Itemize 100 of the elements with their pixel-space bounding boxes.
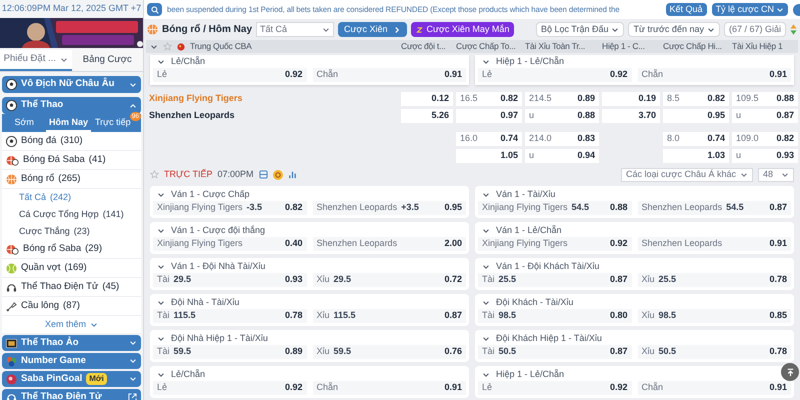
odds-button[interactable]: u 0.88 [525,109,599,123]
odds-button[interactable]: 16.5 0.82 [456,92,522,106]
odds-button[interactable]: 214.5 0.89 [525,92,599,106]
chevron-down-icon [129,375,137,383]
odds-button[interactable]: u 0.93 [732,149,798,163]
headset-icon [6,392,17,400]
odds-button[interactable]: Shenzhen Leopards 54.5 0.87 [638,201,791,215]
period-select[interactable]: Từ trước đến nay [628,22,720,37]
odds-button[interactable]: u 0.87 [732,109,798,123]
odds-button[interactable]: 109.5 0.88 [732,92,798,106]
odds-button[interactable]: 3.70 [602,109,660,123]
sport-select[interactable]: Tất Cả [256,22,334,37]
chevron-down-icon [482,298,490,306]
chevron-down-icon [482,58,490,66]
odds-button[interactable]: Tài 29.5 0.93 [153,273,306,287]
odds-button[interactable]: Xinjiang Flying Tigers 54.5 0.88 [478,201,632,215]
chevron-down-icon [482,226,490,234]
odds-button[interactable]: Lẻ 0.92 [478,381,632,395]
odds-button[interactable]: Tài 25.5 0.87 [478,273,632,287]
group-header[interactable]: Number Game [2,353,141,369]
odds-button[interactable]: Xinjiang Flying Tigers 0.92 [478,237,632,251]
match-time: 07:00PM [218,168,254,181]
sport-item[interactable]: Thể Thao Điện Tử (45) [2,278,141,297]
section-header[interactable]: Vô Địch Nữ Châu Âu [2,76,141,93]
odds-button[interactable]: 0.95 [663,109,729,123]
odds-button[interactable]: 214.0 0.83 [525,132,599,146]
market-filter-select[interactable]: Các loại cược Châu Á khác [621,168,753,182]
sport-tab[interactable]: Sớm [2,115,46,132]
odds-button[interactable]: 0.12 [401,92,453,106]
basketball-icon [147,24,158,35]
star-icon [163,42,172,51]
market-title: Lẻ/Chẵn [171,54,206,68]
chevron-down-icon [157,370,165,378]
odds-button[interactable]: 8.0 0.74 [663,132,729,146]
odds-button[interactable]: Chẵn 0.91 [638,68,791,82]
odds-button[interactable]: Xỉu 98.5 0.85 [638,309,791,323]
clock-text: 12:06:09PM Mar 12, 2025 GMT +7 [0,2,142,16]
sport-item[interactable]: Bóng rổ (265) [2,170,141,189]
group-header[interactable]: Thể Thao Ảo [2,335,141,351]
odds-button[interactable]: Tài 98.5 0.80 [478,309,632,323]
sport-item[interactable]: Bóng rổ Saba (29) [2,240,141,259]
odds-button[interactable]: Chẵn 0.91 [312,381,466,395]
odds-button[interactable]: 0.19 [602,92,660,106]
odds-button[interactable]: Xinjiang Flying Tigers -3.5 0.82 [153,201,306,215]
odds-button[interactable]: Tài 115.5 0.78 [153,309,306,323]
league-count-button[interactable]: (67 / 67) Giải [724,22,786,37]
odds-button[interactable]: Tài 50.5 0.87 [478,345,632,359]
see-more-link[interactable]: Xem thêm [2,316,141,333]
round-button[interactable] [793,4,800,16]
odds-button[interactable]: Chẵn 0.91 [638,381,791,395]
sub-item[interactable]: Tất Cả (242) [2,189,141,206]
page-title: Bóng rổ / Hôm Nay [162,22,252,37]
sub-item[interactable]: Cược Thắng (23) [2,223,141,240]
odds-button[interactable]: u 0.94 [525,149,599,163]
section-header[interactable]: Thể Thao [2,97,141,114]
odds-button[interactable]: Lẻ 0.92 [153,68,306,82]
odds-button[interactable]: Lẻ 0.92 [153,381,306,395]
match-filter-select[interactable]: Bộ Lọc Trận Đấu [536,22,624,37]
header-button[interactable]: Tỷ lệ cược CN [712,3,788,16]
market-title: Ván 1 - Đội Nhà Tài/Xỉu [171,260,266,273]
count-select[interactable]: 48 [758,168,794,182]
odds-button[interactable]: Shenzhen Leopards 2.00 [312,237,466,251]
zigzag-icon [416,26,424,34]
scroll-top-button[interactable] [781,363,799,381]
odds-button[interactable]: 109.0 0.82 [732,132,798,146]
tennis-icon [6,262,17,274]
flag-icon [177,42,185,50]
lucky-parlay-button[interactable]: Cược Xiên May Mắn [411,22,514,37]
odds-button[interactable]: 1.03 [663,149,729,163]
odds-button[interactable]: 16.0 0.74 [456,132,522,146]
odds-button[interactable]: 1.05 [456,149,522,163]
team-name: Shenzhen Leopards [148,109,236,122]
odds-button[interactable]: 0.97 [456,109,522,123]
odds-button[interactable]: Tài 59.5 0.89 [153,345,306,359]
market-title: Hiệp 1 - Lẻ/Chẵn [496,54,564,68]
group-header[interactable]: Saba PinGoal Mới [2,371,141,387]
search-button[interactable] [147,3,162,16]
odds-button[interactable]: Xỉu 29.5 0.72 [312,273,466,287]
odds-button[interactable]: 5.26 [401,109,453,123]
bar-chart-icon [288,170,297,179]
odds-button[interactable]: Shenzhen Leopards 0.91 [638,237,791,251]
chevron-down-icon [129,80,137,88]
header-button[interactable]: Kết Quả [666,3,707,16]
odds-button[interactable]: Xỉu 50.5 0.78 [638,345,791,359]
odds-button[interactable]: Chẵn 0.91 [312,68,466,82]
odds-button[interactable]: Xinjiang Flying Tigers 0.40 [153,237,306,251]
new-badge: Mới [86,373,107,385]
odds-button[interactable]: Shenzhen Leopards +3.5 0.95 [312,201,466,215]
column-header: Tài Xỉu Toàn Tr... [525,40,586,53]
parlay-button[interactable]: Cược Xiên [338,22,408,37]
soccer-icon [6,136,17,146]
sidebar-tab[interactable]: Bảng Cược [72,50,143,71]
odds-button[interactable]: Xỉu 115.5 0.87 [312,309,466,323]
chevron-down-icon [157,262,165,270]
odds-button[interactable]: Lẻ 0.92 [478,68,632,82]
odds-button[interactable]: Xỉu 25.5 0.78 [638,273,791,287]
sub-item[interactable]: Cá Cược Tổng Hợp (141) [2,206,141,223]
odds-button[interactable]: Xỉu 59.5 0.76 [312,345,466,359]
odds-button[interactable]: 8.5 0.82 [663,92,729,106]
chevron-down-icon [781,170,789,178]
